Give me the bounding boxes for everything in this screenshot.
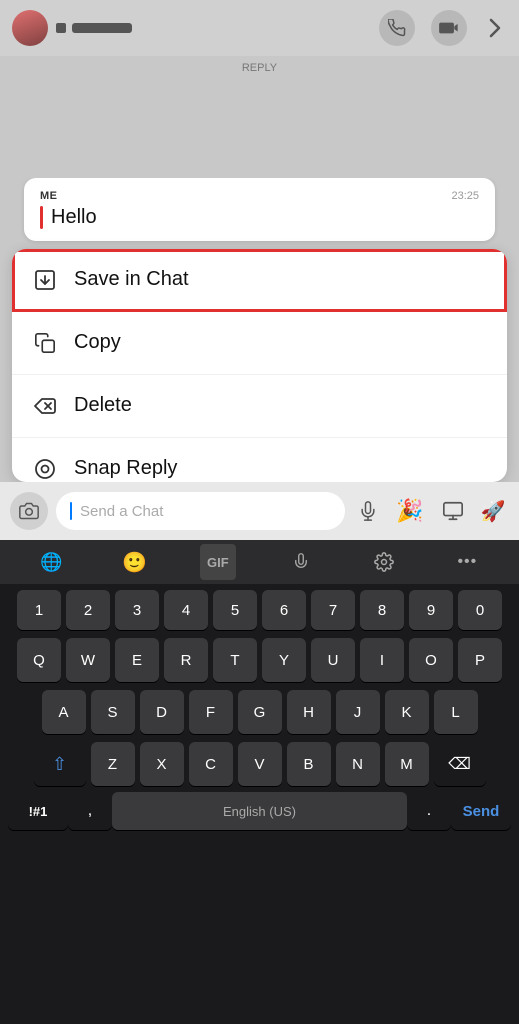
- key-l[interactable]: L: [434, 690, 478, 734]
- key-t[interactable]: T: [213, 638, 257, 682]
- num-row: 1 2 3 4 5 6 7 8 9 0 Q W E R T Y U I: [0, 584, 519, 786]
- key-9[interactable]: 9: [409, 590, 453, 630]
- key-h[interactable]: H: [287, 690, 331, 734]
- space-key[interactable]: English (US): [112, 792, 407, 830]
- key-n[interactable]: N: [336, 742, 380, 786]
- backspace-key[interactable]: ⌫: [434, 742, 486, 786]
- key-a[interactable]: A: [42, 690, 86, 734]
- mic-button[interactable]: [353, 496, 383, 526]
- keyboard: 🌐 🙂 GIF ••• 1 2 3: [0, 540, 519, 1024]
- emoji-alt-icon[interactable]: 🌐: [34, 544, 70, 580]
- save-in-chat-label: Save in Chat: [74, 268, 189, 291]
- key-u[interactable]: U: [311, 638, 355, 682]
- snap-reply-label: Snap Reply: [74, 457, 177, 480]
- key-b[interactable]: B: [287, 742, 331, 786]
- copy-icon: [32, 330, 58, 356]
- bitmoji-button[interactable]: 🎉: [391, 492, 429, 530]
- gif-icon[interactable]: GIF: [200, 544, 236, 580]
- key-j[interactable]: J: [336, 690, 380, 734]
- message-text: Hello: [51, 206, 97, 229]
- username-bar: [72, 23, 132, 33]
- period-key[interactable]: .: [407, 792, 451, 830]
- message-content: Hello: [40, 206, 479, 229]
- sym-key[interactable]: !#1: [8, 792, 68, 830]
- menu-item-copy[interactable]: Copy: [12, 312, 507, 375]
- key-e[interactable]: E: [115, 638, 159, 682]
- key-z[interactable]: Z: [91, 742, 135, 786]
- key-s[interactable]: S: [91, 690, 135, 734]
- context-menu: Save in Chat Copy: [12, 249, 507, 483]
- shift-key[interactable]: ⇧: [34, 742, 86, 786]
- smiley-icon[interactable]: 🙂: [117, 544, 153, 580]
- key-d[interactable]: D: [140, 690, 184, 734]
- keyboard-bottom-row: !#1 , English (US) . Send: [0, 794, 519, 828]
- video-call-button[interactable]: [431, 10, 467, 46]
- message-accent-bar: [40, 206, 43, 229]
- rocket-button[interactable]: 🚀: [477, 495, 509, 527]
- sticker-button[interactable]: [437, 495, 469, 527]
- key-q[interactable]: Q: [17, 638, 61, 682]
- snap-reply-icon: [32, 456, 58, 482]
- key-8[interactable]: 8: [360, 590, 404, 630]
- key-4[interactable]: 4: [164, 590, 208, 630]
- delete-label: Delete: [74, 394, 132, 417]
- menu-item-save-in-chat[interactable]: Save in Chat: [12, 249, 507, 312]
- chat-area: REPLY ME 23:25 Hello: [0, 56, 519, 540]
- key-f[interactable]: F: [189, 690, 233, 734]
- key-1[interactable]: 1: [17, 590, 61, 630]
- key-6[interactable]: 6: [262, 590, 306, 630]
- key-0[interactable]: 0: [458, 590, 502, 630]
- key-o[interactable]: O: [409, 638, 453, 682]
- reply-hint: REPLY: [242, 62, 277, 74]
- key-p[interactable]: P: [458, 638, 502, 682]
- key-7[interactable]: 7: [311, 590, 355, 630]
- key-i[interactable]: I: [360, 638, 404, 682]
- username-area: [56, 23, 132, 33]
- phone-call-button[interactable]: [379, 10, 415, 46]
- copy-label: Copy: [74, 331, 121, 354]
- avatar[interactable]: [12, 10, 48, 46]
- keyboard-mic-icon[interactable]: [283, 544, 319, 580]
- input-placeholder: Send a Chat: [80, 503, 163, 520]
- message-header: ME 23:25: [40, 190, 479, 202]
- key-x[interactable]: X: [140, 742, 184, 786]
- more-toolbar-icon[interactable]: •••: [449, 544, 485, 580]
- message-bubble: ME 23:25 Hello: [24, 178, 495, 241]
- key-3[interactable]: 3: [115, 590, 159, 630]
- username-dot: [56, 23, 66, 33]
- chat-background: REPLY: [0, 56, 519, 178]
- camera-button[interactable]: [10, 492, 48, 530]
- input-bar: Send a Chat 🎉 🚀: [0, 482, 519, 540]
- save-in-chat-icon: [32, 267, 58, 293]
- delete-icon: [32, 393, 58, 419]
- header-right: [379, 10, 507, 46]
- chat-input[interactable]: Send a Chat: [56, 492, 345, 530]
- key-2[interactable]: 2: [66, 590, 110, 630]
- keyboard-toolbar: 🌐 🙂 GIF •••: [0, 540, 519, 584]
- send-key[interactable]: Send: [451, 792, 511, 830]
- header: [0, 0, 519, 56]
- key-w[interactable]: W: [66, 638, 110, 682]
- settings-icon[interactable]: [366, 544, 402, 580]
- key-g[interactable]: G: [238, 690, 282, 734]
- key-r[interactable]: R: [164, 638, 208, 682]
- key-5[interactable]: 5: [213, 590, 257, 630]
- key-k[interactable]: K: [385, 690, 429, 734]
- menu-item-delete[interactable]: Delete: [12, 375, 507, 438]
- more-button[interactable]: [483, 16, 507, 40]
- key-m[interactable]: M: [385, 742, 429, 786]
- key-v[interactable]: V: [238, 742, 282, 786]
- key-y[interactable]: Y: [262, 638, 306, 682]
- text-cursor: [70, 502, 72, 520]
- message-time: 23:25: [451, 190, 479, 202]
- key-c[interactable]: C: [189, 742, 233, 786]
- message-sender: ME: [40, 190, 58, 202]
- header-left: [12, 10, 132, 46]
- menu-item-snap-reply[interactable]: Snap Reply: [12, 438, 507, 483]
- comma-key[interactable]: ,: [68, 792, 112, 830]
